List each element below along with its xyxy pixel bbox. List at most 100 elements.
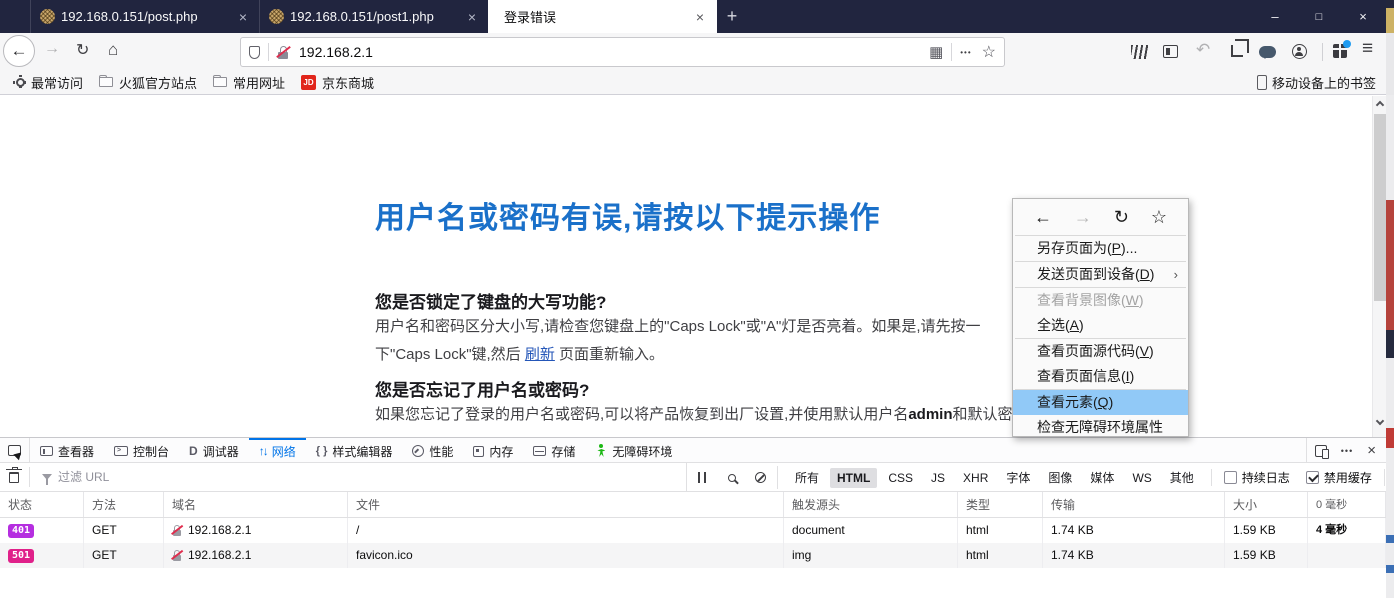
type-filter-fonts[interactable]: 字体	[999, 466, 1037, 489]
devtools-tab-network-active[interactable]: ↑↓ 网络	[248, 438, 306, 462]
back-button[interactable]: ←	[3, 35, 35, 67]
request-row-root[interactable]: 401 GET 192.168.2.1 / document html 1.74…	[0, 518, 1386, 543]
bookmark-star-icon[interactable]: ☆	[982, 42, 996, 62]
menu-item-view-page-info[interactable]: 查看页面信息(I)	[1013, 364, 1188, 389]
paragraph-line: 下"Caps Lock"键,然后 刷新 页面重新输入。	[375, 343, 664, 364]
sidebar-toggle-icon[interactable]	[1163, 45, 1178, 58]
type-filter-images[interactable]: 图像	[1041, 466, 1079, 489]
menu-item-view-page-source[interactable]: 查看页面源代码(V)	[1013, 339, 1188, 364]
network-arrows-icon: ↑↓	[258, 444, 269, 458]
menu-item-save-page-as[interactable]: 另存页面为(P)...	[1013, 236, 1188, 261]
menu-item-select-all[interactable]: 全选(A)	[1013, 313, 1188, 338]
devtools-tab-inspector[interactable]: 查看器	[30, 438, 104, 462]
devtools-tab-performance[interactable]: 性能	[402, 438, 463, 462]
column-header-status[interactable]: 状态	[0, 492, 84, 517]
qr-code-icon[interactable]: ▦	[929, 45, 943, 60]
disable-cache-checkbox[interactable]: 禁用缓存	[1305, 469, 1372, 486]
filter-url-input[interactable]	[58, 470, 438, 484]
menu-icon[interactable]: ≡	[1362, 38, 1373, 60]
column-header-type[interactable]: 类型	[958, 492, 1043, 517]
gift-extension-icon[interactable]	[1333, 40, 1351, 58]
pick-element-button[interactable]	[0, 438, 30, 462]
bookmark-common-sites[interactable]: 常用网址	[213, 73, 285, 92]
menu-item-send-page-to-device[interactable]: 发送页面到设备(D) ›	[1013, 262, 1188, 287]
scrollbar-down-icon[interactable]	[1375, 416, 1385, 426]
column-header-file[interactable]: 文件	[348, 492, 784, 517]
page-scrollbar[interactable]	[1372, 96, 1386, 437]
type-filter-js[interactable]: JS	[924, 468, 952, 488]
bookmark-jd[interactable]: JD 京东商城	[301, 73, 374, 92]
undo-icon[interactable]: ↶	[1196, 40, 1210, 60]
browser-tab-post-php[interactable]: 192.168.0.151/post.php ×	[30, 0, 259, 33]
page-actions-icon[interactable]: •••	[960, 48, 971, 57]
devtools-menu-icon[interactable]: •••	[1341, 446, 1353, 456]
browser-tab-bar: 192.168.0.151/post.php × 192.168.0.151/p…	[0, 0, 1386, 33]
column-header-domain[interactable]: 域名	[164, 492, 348, 517]
devtools-tab-memory[interactable]: 内存	[463, 438, 523, 462]
devtools-tab-storage[interactable]: 存储	[523, 438, 585, 462]
tab-close-icon[interactable]: ×	[465, 9, 479, 25]
bookmark-firefox-official[interactable]: 火狐官方站点	[99, 73, 197, 92]
window-close-button[interactable]: ×	[1348, 9, 1378, 24]
network-toolbar: 所有 HTML CSS JS XHR 字体 图像 媒体 WS 其他 持续日志 禁…	[0, 463, 1386, 492]
chat-bubble-icon[interactable]	[1259, 46, 1276, 59]
tab-title: 192.168.0.151/post.php	[61, 9, 198, 24]
devtools-tab-accessibility[interactable]: 无障碍环境	[585, 438, 682, 462]
scrollbar-up-icon[interactable]	[1375, 100, 1385, 110]
menu-item-view-background-image[interactable]: 查看背景图像(W)	[1013, 288, 1188, 313]
clear-requests-trash-icon[interactable]	[6, 466, 22, 483]
type-filter-html-selected[interactable]: HTML	[830, 467, 878, 488]
screenshot-icon[interactable]	[1231, 39, 1249, 57]
bookmark-star-icon[interactable]: ☆	[1151, 207, 1167, 228]
tab-close-icon[interactable]: ×	[693, 9, 707, 25]
refresh-link[interactable]: 刷新	[525, 346, 555, 363]
reload-icon[interactable]: ↻	[1114, 207, 1129, 228]
menu-item-inspect-element[interactable]: 查看元素(Q)	[1013, 390, 1188, 415]
type-filter-media[interactable]: 媒体	[1083, 466, 1121, 489]
tracking-protection-shield-icon[interactable]	[249, 45, 260, 59]
window-minimize-button[interactable]: –	[1260, 9, 1290, 24]
bookmark-most-visited[interactable]: 最常访问	[13, 73, 83, 92]
column-header-size[interactable]: 大小	[1225, 492, 1308, 517]
reload-button[interactable]: ↻	[76, 40, 89, 60]
column-header-method[interactable]: 方法	[84, 492, 164, 517]
devtools-tab-console[interactable]: > 控制台	[104, 438, 179, 462]
home-button[interactable]: ⌂	[108, 40, 118, 60]
block-requests-icon[interactable]	[755, 472, 766, 483]
library-icon[interactable]	[1131, 45, 1148, 59]
persist-log-checkbox[interactable]: 持续日志	[1223, 469, 1290, 486]
window-maximize-button[interactable]: □	[1304, 11, 1334, 23]
back-icon[interactable]: ←	[1034, 207, 1052, 228]
request-row-favicon[interactable]: 501 GET 192.168.2.1 favicon.ico img html…	[0, 543, 1386, 568]
browser-tab-post1-php[interactable]: 192.168.0.151/post1.php ×	[259, 0, 488, 33]
search-icon[interactable]	[728, 473, 736, 482]
bookmark-mobile-devices[interactable]: 移动设备上的书签	[1256, 73, 1376, 92]
type-filter-xhr[interactable]: XHR	[956, 468, 995, 488]
url-text[interactable]: 192.168.2.1	[299, 44, 929, 60]
type-filter-other[interactable]: 其他	[1163, 466, 1201, 489]
column-header-transferred[interactable]: 传输	[1043, 492, 1225, 517]
forward-button[interactable]: →	[44, 40, 60, 58]
type-filter-all[interactable]: 所有	[788, 466, 826, 489]
devtools-tab-style-editor[interactable]: { } 样式编辑器	[306, 438, 403, 462]
column-header-initiator[interactable]: 触发源头	[784, 492, 958, 517]
type-filter-css[interactable]: CSS	[881, 468, 920, 488]
devtools-close-icon[interactable]: ×	[1367, 442, 1376, 459]
column-header-waterfall[interactable]: 0 毫秒	[1308, 492, 1386, 517]
menu-item-inspect-accessibility[interactable]: 检查无障碍环境属性	[1013, 415, 1188, 436]
page-title: 用户名或密码有误,请按以下提示操作	[375, 202, 881, 235]
type-filter-group: 所有 HTML CSS JS XHR 字体 图像 媒体 WS 其他	[777, 466, 1211, 489]
type-filter-ws[interactable]: WS	[1125, 468, 1158, 488]
responsive-design-icon[interactable]	[1314, 444, 1329, 459]
account-icon[interactable]	[1292, 44, 1307, 59]
browser-tab-login-error-active[interactable]: 登录错误 ×	[488, 0, 717, 33]
back-arrow-icon: ←	[10, 41, 28, 60]
tab-close-icon[interactable]: ×	[236, 9, 250, 25]
new-tab-button[interactable]: +	[717, 0, 747, 33]
devtools-tab-debugger[interactable]: D 调试器	[179, 438, 249, 462]
url-bar[interactable]: 192.168.2.1 ▦ ••• ☆	[240, 37, 1005, 67]
scrollbar-thumb[interactable]	[1374, 114, 1386, 301]
insecure-lock-icon[interactable]	[276, 45, 291, 59]
pause-icon[interactable]	[698, 472, 706, 483]
forward-icon[interactable]: →	[1074, 207, 1092, 228]
